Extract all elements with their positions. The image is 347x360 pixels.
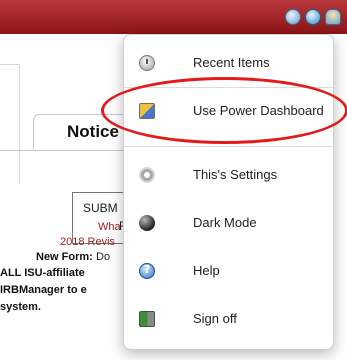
irbmanager-text: IRBManager to e — [0, 284, 87, 296]
annotation-highlight-ellipse — [101, 77, 347, 144]
menu-separator — [124, 146, 333, 147]
menu-item-help[interactable]: Help — [124, 254, 333, 288]
sign-off-icon — [139, 311, 155, 327]
menu-item-label: Recent Items — [193, 55, 270, 70]
top-bar — [0, 0, 347, 34]
search-icon[interactable] — [305, 9, 321, 25]
tab-notice-label: Notice — [67, 122, 119, 141]
tab-divider — [0, 150, 130, 151]
menu-item-dark-mode[interactable]: Dark Mode — [124, 206, 333, 240]
submit-line1: SUBM — [83, 201, 118, 215]
dark-mode-icon — [139, 215, 155, 231]
settings-gear-icon — [139, 167, 155, 183]
top-icons — [285, 9, 341, 25]
new-form-label: New Form: — [36, 251, 93, 263]
menu-item-label: Sign off — [193, 311, 237, 326]
revised-text: 2018 Revis — [60, 236, 116, 248]
menu-item-sign-off[interactable]: Sign off — [124, 302, 333, 336]
isu-text: ALL ISU-affiliate — [0, 267, 85, 279]
help-icon — [139, 263, 155, 279]
system-text: system. — [0, 301, 41, 313]
menu-item-label: This's Settings — [193, 167, 278, 182]
menu-item-label: Dark Mode — [193, 215, 257, 230]
menu-item-recent-items[interactable]: Recent Items — [124, 46, 333, 80]
page-frame — [0, 64, 20, 184]
menu-item-label: Help — [193, 263, 220, 278]
menu-item-settings[interactable]: This's Settings — [124, 158, 333, 192]
new-form-text: Do — [96, 251, 111, 263]
recent-items-icon — [139, 55, 155, 71]
globe-icon[interactable] — [285, 9, 301, 25]
user-menu-icon[interactable] — [325, 9, 341, 25]
what-text: Wha — [98, 221, 121, 233]
